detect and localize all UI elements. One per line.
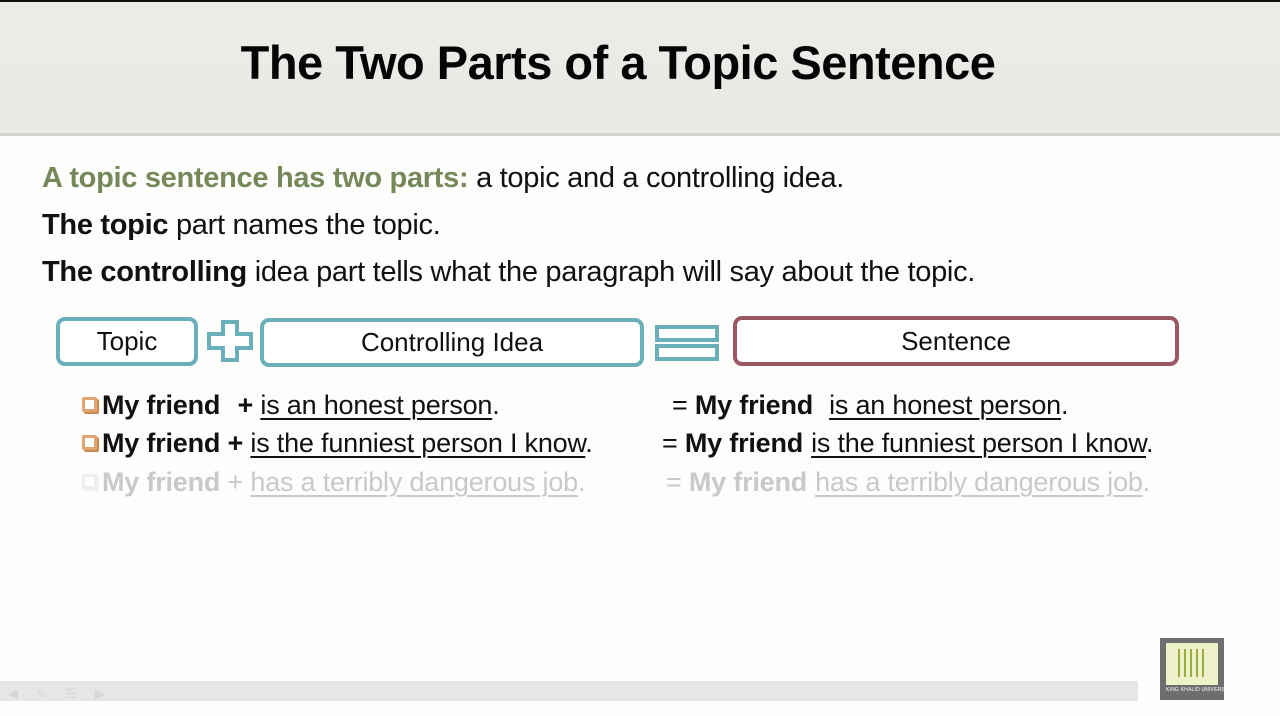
slide-title: The Two Parts of a Topic Sentence bbox=[240, 36, 996, 89]
logo-caption: KING KHALID UNIVERSITY bbox=[1166, 687, 1234, 693]
period: . bbox=[1142, 467, 1151, 497]
prev-arrow-icon[interactable]: ◀ bbox=[8, 686, 18, 702]
bullet-checkbox-icon bbox=[82, 397, 97, 412]
result-idea: is an honest person bbox=[829, 390, 1061, 420]
example-3-right: = My friend has a terribly dangerous job. bbox=[666, 467, 1150, 498]
title-bar: The Two Parts of a Topic Sentence bbox=[0, 2, 1280, 136]
controlling-idea-box: Controlling Idea bbox=[260, 318, 644, 367]
equals-sign: = bbox=[666, 467, 689, 497]
logo-emblem bbox=[1166, 643, 1218, 685]
topic-box: Topic bbox=[56, 317, 198, 366]
bullet-checkbox-icon bbox=[82, 474, 97, 489]
controlling-term: The controlling bbox=[42, 256, 247, 288]
sentence-box: Sentence bbox=[733, 316, 1179, 366]
controlling-idea-box-label: Controlling Idea bbox=[360, 327, 544, 357]
intro-line-2: The topic part names the topic. bbox=[42, 202, 975, 249]
result-idea: is the funniest person I know bbox=[811, 428, 1146, 458]
equals-sign: = bbox=[662, 428, 685, 458]
slide-footer-bar bbox=[0, 681, 1138, 701]
result-topic: My friend bbox=[688, 467, 808, 497]
plus-sign: + bbox=[220, 467, 251, 497]
slide-nav-controls: ◀ ✎ ☰ ▶ bbox=[8, 686, 105, 702]
example-2-left: My friend + is the funniest person I kno… bbox=[82, 428, 593, 459]
result-topic: My friend bbox=[684, 428, 804, 458]
period: . bbox=[585, 428, 593, 458]
result-topic: My friend bbox=[694, 390, 814, 420]
controlling-definition: idea part tells what the paragraph will … bbox=[246, 256, 976, 288]
period: . bbox=[1060, 390, 1069, 420]
example-1-left: My friend + is an honest person. bbox=[82, 390, 500, 421]
topic-definition: part names the topic. bbox=[168, 209, 441, 241]
intro-line-1: A topic sentence has two parts: a topic … bbox=[42, 155, 975, 202]
example-idea: is an honest person bbox=[260, 390, 493, 420]
example-1-right: = My friend is an honest person. bbox=[672, 390, 1068, 421]
plus-sign: + bbox=[220, 428, 251, 458]
example-topic: My friend bbox=[102, 428, 221, 458]
period: . bbox=[1146, 428, 1154, 458]
plus-icon bbox=[207, 320, 253, 362]
equals-icon bbox=[655, 325, 719, 361]
topic-box-label: Topic bbox=[96, 326, 158, 356]
intro-highlight: A topic sentence has two parts: bbox=[42, 162, 469, 194]
bullet-checkbox-icon bbox=[82, 435, 97, 450]
example-idea: is the funniest person I know bbox=[250, 428, 586, 458]
result-idea: has a terribly dangerous job bbox=[815, 467, 1143, 497]
intro-line-3: The controlling idea part tells what the… bbox=[42, 249, 975, 296]
example-topic: My friend bbox=[102, 467, 221, 497]
example-topic: My friend bbox=[102, 390, 221, 420]
example-3-left: My friend + has a terribly dangerous job… bbox=[82, 467, 586, 498]
equals-sign: = bbox=[672, 390, 695, 420]
topic-term: The topic bbox=[42, 209, 169, 241]
pen-icon[interactable]: ✎ bbox=[36, 686, 47, 702]
sentence-box-label: Sentence bbox=[901, 325, 1011, 356]
period: . bbox=[492, 390, 500, 420]
plus-sign: + bbox=[230, 390, 261, 420]
example-2-right: = My friend is the funniest person I know… bbox=[662, 428, 1154, 459]
intro-rest: a topic and a controlling idea. bbox=[468, 162, 845, 194]
example-idea: has a terribly dangerous job bbox=[250, 467, 578, 497]
period: . bbox=[578, 467, 586, 497]
intro-text: A topic sentence has two parts: a topic … bbox=[42, 155, 975, 296]
next-arrow-icon[interactable]: ▶ bbox=[95, 686, 105, 702]
university-logo: KING KHALID UNIVERSITY bbox=[1160, 638, 1234, 700]
menu-icon[interactable]: ☰ bbox=[65, 686, 77, 702]
